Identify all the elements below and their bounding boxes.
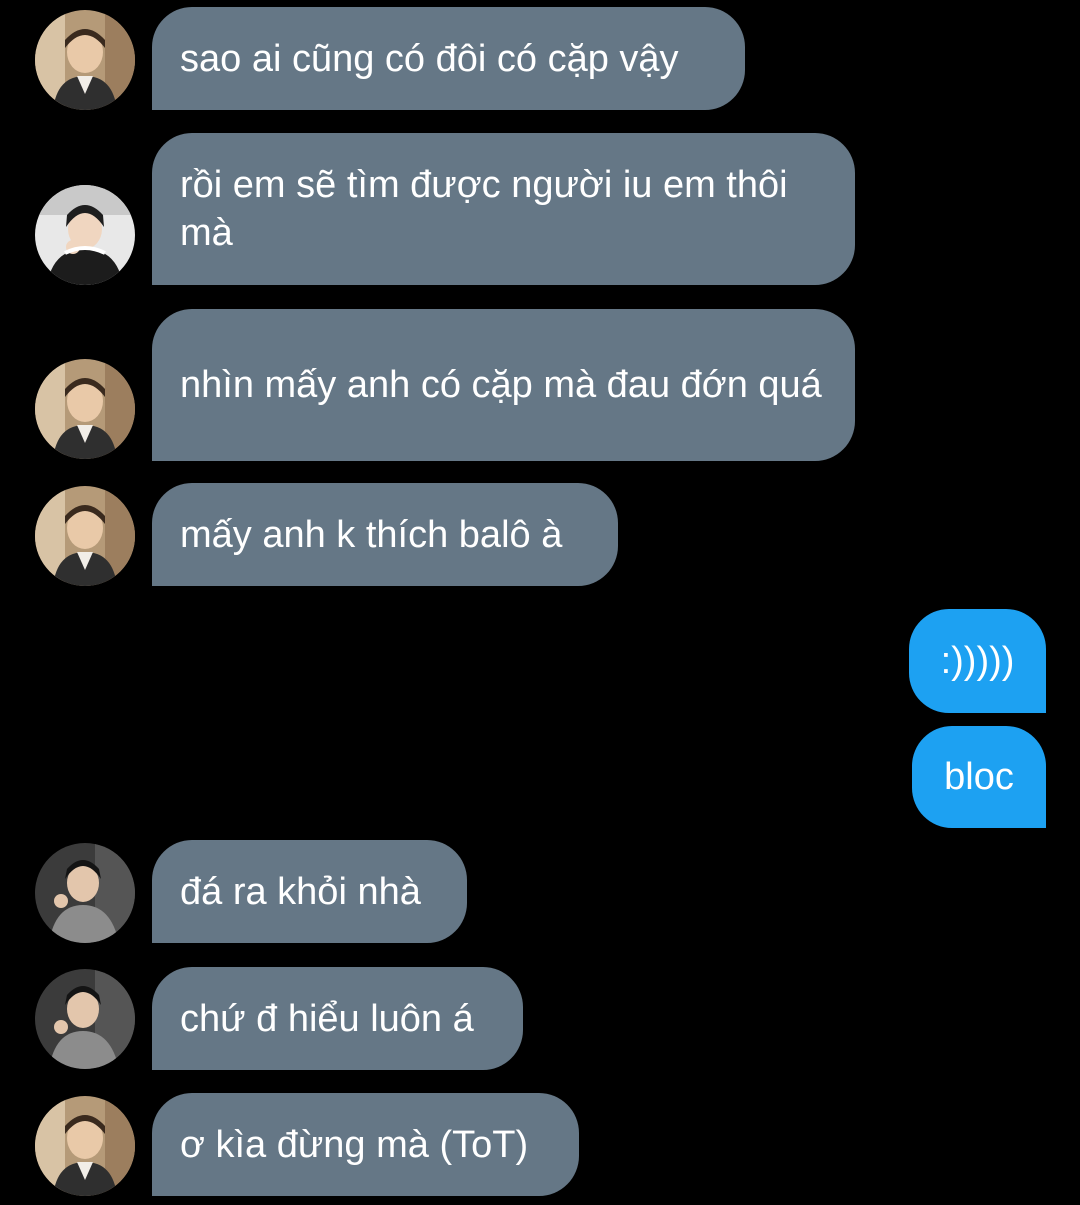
message-text: chứ đ hiểu luôn á <box>180 997 474 1040</box>
message-text: đá ra khỏi nhà <box>180 870 421 913</box>
sender-avatar[interactable] <box>35 1096 135 1196</box>
avatar-photo-icon <box>35 1096 135 1196</box>
message-bubble-outgoing[interactable]: :))))) <box>909 609 1046 713</box>
message-bubble[interactable]: nhìn mấy anh có cặp mà đau đớn quá <box>152 309 855 461</box>
message-bubble[interactable]: sao ai cũng có đôi có cặp vậy <box>152 7 745 110</box>
message-text: :))))) <box>940 640 1015 682</box>
avatar-photo-icon <box>35 10 135 110</box>
sender-avatar[interactable] <box>35 969 135 1069</box>
message-text: ơ kìa đừng mà (ToT) <box>180 1123 529 1166</box>
message-bubble[interactable]: chứ đ hiểu luôn á <box>152 967 523 1070</box>
message-text: sao ai cũng có đôi có cặp vậy <box>180 37 679 80</box>
sender-avatar[interactable] <box>35 486 135 586</box>
message-text: rồi em sẽ tìm được người iu em thôi mà <box>180 164 799 254</box>
avatar-photo-icon <box>35 486 135 586</box>
avatar-photo-icon <box>35 969 135 1069</box>
message-bubble[interactable]: đá ra khỏi nhà <box>152 840 467 943</box>
message-bubble[interactable]: mấy anh k thích balô à <box>152 483 618 586</box>
avatar-photo-icon <box>35 359 135 459</box>
message-text: nhìn mấy anh có cặp mà đau đớn quá <box>180 364 822 406</box>
sender-avatar[interactable] <box>35 10 135 110</box>
message-text: mấy anh k thích balô à <box>180 513 563 556</box>
message-text: bloc <box>944 756 1014 798</box>
message-bubble[interactable]: rồi em sẽ tìm được người iu em thôi mà <box>152 133 855 285</box>
message-bubble[interactable]: ơ kìa đừng mà (ToT) <box>152 1093 579 1196</box>
message-bubble-outgoing[interactable]: bloc <box>912 726 1046 828</box>
avatar-photo-icon <box>35 185 135 285</box>
sender-avatar[interactable] <box>35 359 135 459</box>
avatar-photo-icon <box>35 843 135 943</box>
sender-avatar[interactable] <box>35 843 135 943</box>
sender-avatar[interactable] <box>35 185 135 285</box>
